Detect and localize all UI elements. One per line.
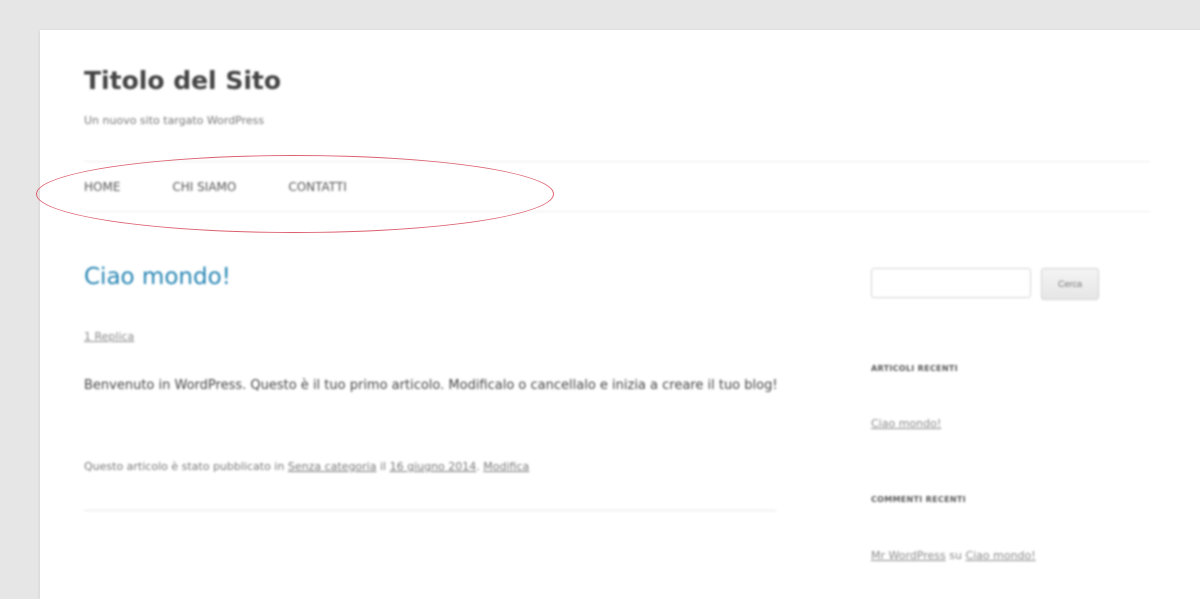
comment-connector: su: [945, 549, 966, 562]
main-navigation: HOME CHI SIAMO CONTATTI: [84, 162, 399, 211]
date-link[interactable]: 16 giugno 2014: [390, 460, 477, 473]
recent-post-link[interactable]: Ciao mondo!: [871, 417, 941, 430]
recent-comments-title: COMMENTI RECENTI: [871, 495, 966, 504]
site-tagline: Un nuovo sito targato WordPress: [84, 114, 265, 127]
comment-author-link[interactable]: Mr WordPress: [871, 549, 946, 562]
post-meta-date-prefix: il: [376, 460, 390, 473]
site-title[interactable]: Titolo del Sito: [84, 66, 281, 95]
post-body: Benvenuto in WordPress. Questo è il tuo …: [84, 378, 778, 393]
post-title[interactable]: Ciao mondo!: [84, 264, 231, 290]
recent-posts-title: ARTICOLI RECENTI: [871, 364, 958, 373]
nav-item-chi-siamo[interactable]: CHI SIAMO: [172, 180, 236, 194]
recent-comment-item: Mr WordPress su Ciao mondo!: [871, 549, 1036, 562]
edit-link[interactable]: Modifica: [483, 460, 529, 473]
comment-post-link[interactable]: Ciao mondo!: [965, 549, 1035, 562]
post-meta: Questo articolo è stato pubblicato in Se…: [84, 460, 529, 473]
reply-link[interactable]: 1 Replica: [84, 330, 134, 343]
page-container: Titolo del Sito Un nuovo sito targato Wo…: [36, 30, 1200, 599]
post-meta-prefix: Questo articolo è stato pubblicato in: [84, 460, 288, 473]
nav-item-contatti[interactable]: CONTATTI: [288, 180, 346, 194]
nav-bottom-divider: [84, 211, 1150, 212]
post-divider: [84, 510, 776, 511]
category-link[interactable]: Senza categoria: [288, 460, 377, 473]
nav-item-home[interactable]: HOME: [84, 180, 120, 194]
search-button[interactable]: Cerca: [1041, 268, 1099, 300]
search-input[interactable]: [871, 268, 1031, 298]
